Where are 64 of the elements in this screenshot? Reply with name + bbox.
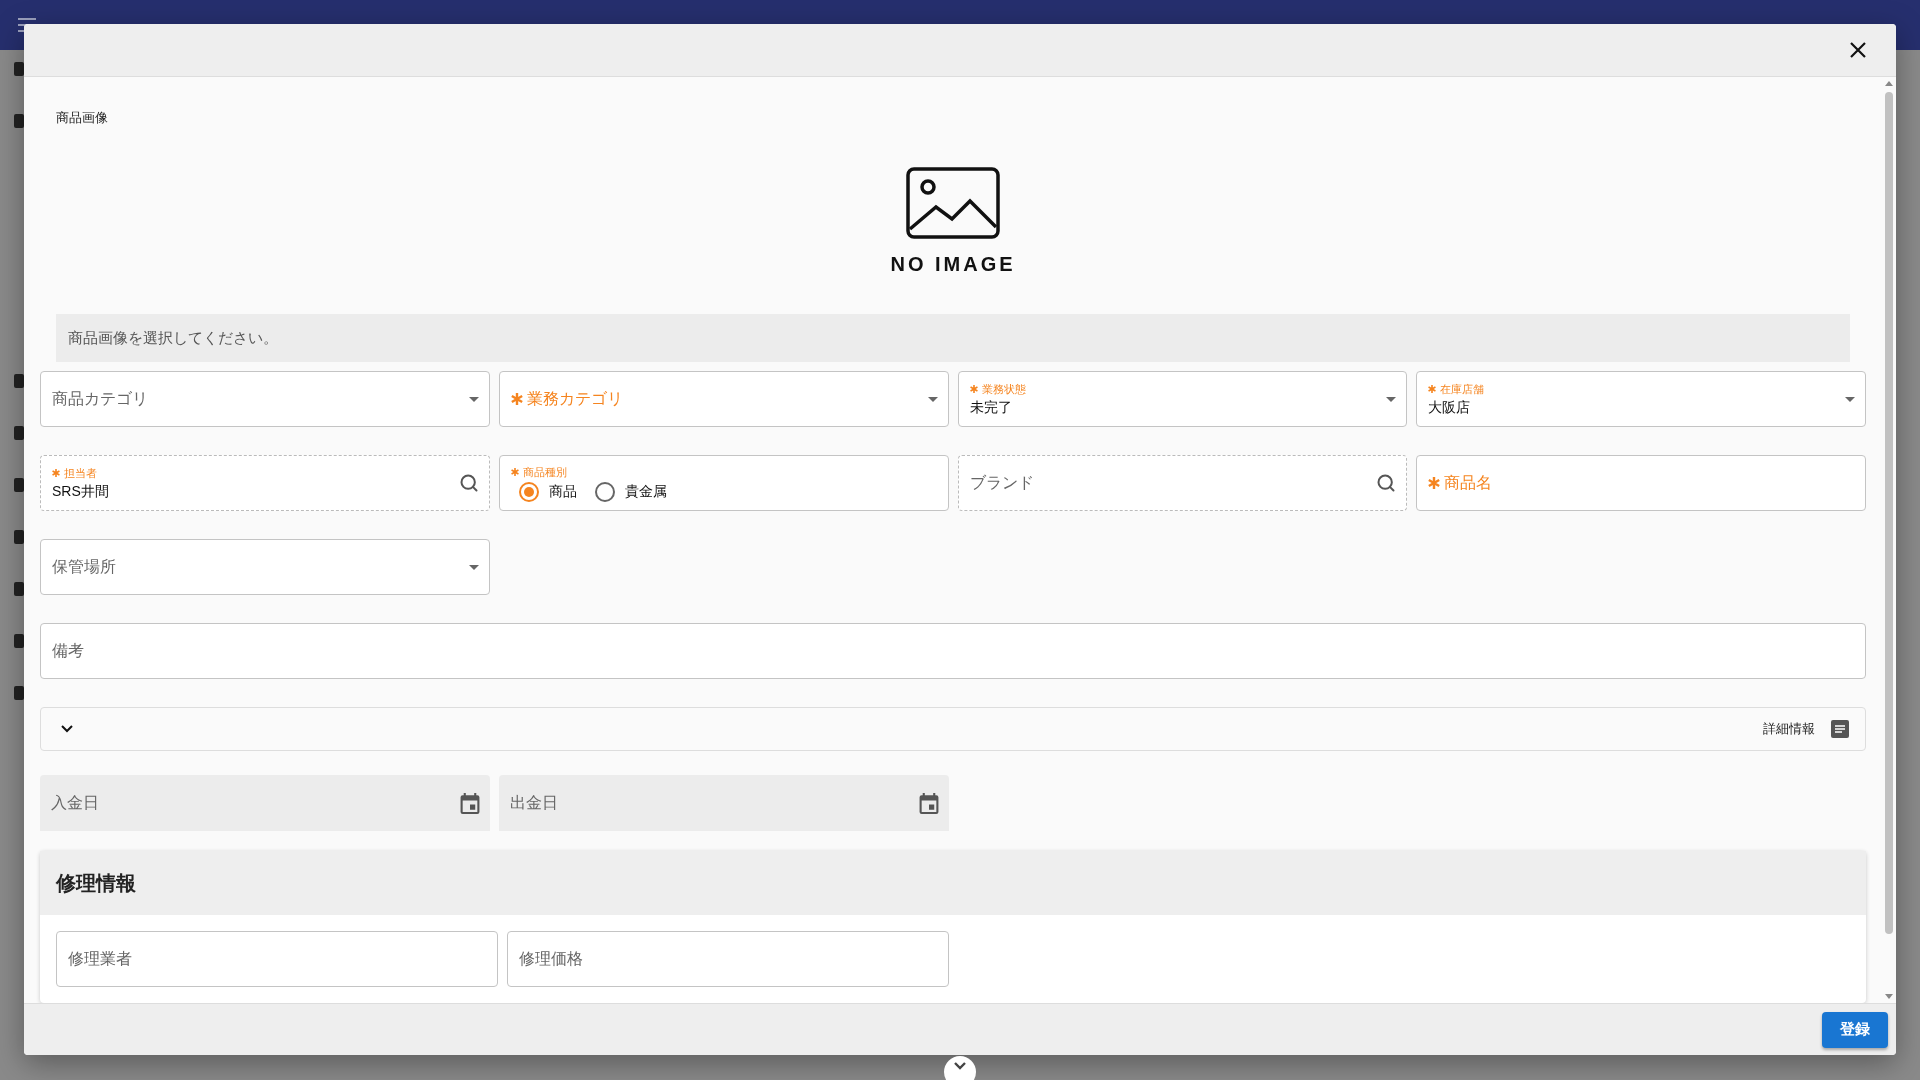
chevron-icon [61,725,73,734]
field-placeholder: 商品カテゴリ [52,388,148,409]
sidebar-icon[interactable] [14,530,24,544]
field-label: 在庫店舗 [1440,381,1485,397]
sidebar-icon[interactable] [14,426,24,440]
image-select-hint[interactable]: 商品画像を選択してください。 [56,314,1850,363]
radio-button[interactable] [518,481,539,502]
field-placeholder: 商品名 [1444,472,1493,493]
search-field[interactable]: ブランド [957,455,1408,512]
register-button[interactable]: 登録 [1822,1011,1888,1048]
no-image-text: NO IMAGE [890,253,1016,276]
select-field[interactable]: 在庫店舗 大阪店 [1416,371,1866,428]
field-value: 未完了 [969,398,1013,417]
field-label: 商品種別 [522,464,567,480]
text-field[interactable]: 修理業者 [56,931,498,987]
search-icon[interactable] [458,473,479,494]
scroll-up-arrow-icon[interactable] [1885,81,1893,86]
sidebar-icon[interactable] [14,114,24,128]
image-placeholder-icon [906,167,1000,239]
dropdown-caret-icon [1845,396,1855,402]
field-label: 業務状態 [981,381,1026,397]
scroll-down-button[interactable] [944,1056,976,1080]
calendar-icon[interactable] [918,792,939,814]
dropdown-caret-icon [468,564,479,570]
field-placeholder: 修理業者 [68,948,133,969]
field-placeholder: 業務カテゴリ [526,388,623,409]
dropdown-caret-icon [1386,396,1397,402]
sidebar-icon[interactable] [14,634,24,648]
select-field[interactable]: 業務状態 未完了 [957,371,1408,428]
sidebar-icon[interactable] [14,686,24,700]
field-placeholder: 修理価格 [518,948,584,969]
field-placeholder: ブランド [969,472,1034,493]
dropdown-caret-icon [468,396,479,402]
field-value: SRS井間 [52,482,110,501]
select-field[interactable]: 商品カテゴリ [40,371,490,428]
field-placeholder: 入金日 [51,792,100,813]
radio-button[interactable] [594,481,615,502]
section-title: 修理情報 [56,870,136,896]
sidebar-icon[interactable] [14,374,24,388]
field-label: 担当者 [64,465,97,481]
dropdown-caret-icon [927,396,938,402]
select-field[interactable]: 保管場所 [40,539,490,596]
field-placeholder: 保管場所 [52,556,116,577]
text-field[interactable]: 修理価格 [506,931,949,987]
image-section-label: 商品画像 [56,109,109,127]
field-value: 大阪店 [1428,398,1472,417]
field-placeholder: 備考 [52,640,84,661]
accordion-title: 詳細情報 [1763,720,1815,739]
sidebar-icon[interactable] [14,582,24,596]
search-icon[interactable] [1376,473,1397,494]
date-field[interactable]: 入金日 [40,775,490,831]
text-field[interactable]: 備考 [40,623,1866,680]
date-field[interactable]: 出金日 [498,775,949,831]
chevron-down-icon [954,1062,966,1070]
sidebar-icon[interactable] [14,478,24,492]
scroll-down-arrow-icon[interactable] [1885,994,1893,999]
field-placeholder: 出金日 [509,792,559,813]
sidebar-icon[interactable] [14,62,24,76]
document-icon [1831,720,1849,739]
calendar-icon[interactable] [459,792,480,814]
radio-option[interactable]: 貴金属 [594,481,667,502]
details-accordion[interactable]: 詳細情報 [40,707,1866,751]
radio-option[interactable]: 商品 [518,481,577,502]
search-field[interactable]: 担当者 SRS井間 [40,455,490,512]
